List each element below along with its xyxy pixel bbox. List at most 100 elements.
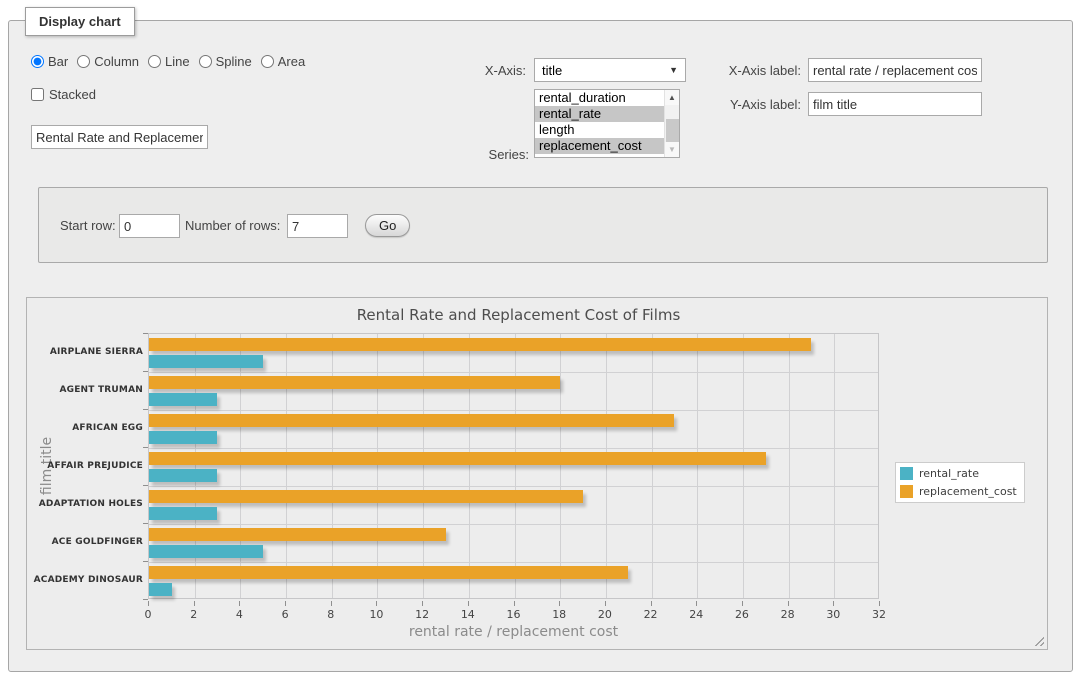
x-tick-label: 26: [735, 608, 749, 621]
grid-line-vertical: [560, 334, 561, 598]
fieldset-legend: Display chart: [25, 7, 135, 36]
x-axis-select-label: X-Axis:: [426, 63, 526, 78]
chart-type-radio-spline[interactable]: [199, 55, 212, 68]
chart-type-option-column[interactable]: Column: [77, 54, 139, 69]
x-tick-mark: [285, 601, 286, 606]
grid-line-vertical: [834, 334, 835, 598]
x-tick-mark: [422, 601, 423, 606]
chart-type-radio-column[interactable]: [77, 55, 90, 68]
x-tick-mark: [879, 601, 880, 606]
series-option-replacement_cost[interactable]: replacement_cost: [535, 138, 679, 154]
legend-entry-replacement_cost: replacement_cost: [900, 485, 1017, 498]
bar-rental_rate-6: [149, 583, 172, 596]
stacked-checkbox-row[interactable]: Stacked: [31, 87, 96, 102]
display-chart-fieldset: Display chart BarColumnLineSplineArea St…: [8, 20, 1073, 672]
x-tick-mark: [514, 601, 515, 606]
x-tick-label: 8: [327, 608, 334, 621]
bar-replacement_cost-0: [149, 338, 811, 351]
x-tick-mark: [605, 601, 606, 606]
bar-replacement_cost-4: [149, 490, 583, 503]
number-of-rows-label: Number of rows:: [185, 218, 280, 233]
y-tick-mark: [143, 523, 148, 524]
chart-legend: rental_rate replacement_cost: [895, 462, 1025, 503]
category-label: ACADEMY DINOSAUR: [29, 575, 143, 585]
y-tick-mark: [143, 599, 148, 600]
series-option-rental_rate[interactable]: rental_rate: [535, 106, 679, 122]
legend-label: rental_rate: [919, 467, 979, 480]
chart-type-option-bar[interactable]: Bar: [31, 54, 68, 69]
x-tick-mark: [239, 601, 240, 606]
stacked-checkbox[interactable]: [31, 88, 44, 101]
legend-label: replacement_cost: [919, 485, 1017, 498]
grid-line-vertical: [286, 334, 287, 598]
bar-rental_rate-0: [149, 355, 263, 368]
grid-line-horizontal: [149, 410, 878, 411]
chart-type-option-spline[interactable]: Spline: [199, 54, 252, 69]
start-row-label: Start row:: [60, 218, 116, 233]
x-tick-label: 30: [826, 608, 840, 621]
bar-replacement_cost-2: [149, 414, 674, 427]
chart-type-label: Bar: [48, 54, 68, 69]
x-tick-label: 2: [190, 608, 197, 621]
y-axis-label-input[interactable]: [808, 92, 982, 116]
bar-rental_rate-3: [149, 469, 217, 482]
bar-rental_rate-1: [149, 393, 217, 406]
y-tick-mark: [143, 485, 148, 486]
grid-line-vertical: [789, 334, 790, 598]
grid-line-vertical: [606, 334, 607, 598]
x-tick-label: 24: [689, 608, 703, 621]
x-axis-label-input[interactable]: [808, 58, 982, 82]
series-multiselect[interactable]: rental_durationrental_ratelengthreplacem…: [534, 89, 680, 158]
chart-type-label: Line: [165, 54, 190, 69]
x-tick-mark: [788, 601, 789, 606]
series-option-length[interactable]: length: [535, 122, 679, 138]
chart-type-radio-area[interactable]: [261, 55, 274, 68]
x-tick-mark: [559, 601, 560, 606]
grid-line-vertical: [332, 334, 333, 598]
chart-type-option-line[interactable]: Line: [148, 54, 190, 69]
chart-type-option-area[interactable]: Area: [261, 54, 305, 69]
x-axis-label-label: X-Axis label:: [671, 63, 801, 78]
x-tick-mark: [742, 601, 743, 606]
chart-type-radio-bar[interactable]: [31, 55, 44, 68]
grid-line-horizontal: [149, 486, 878, 487]
number-of-rows-input[interactable]: [287, 214, 348, 238]
chart-type-label: Spline: [216, 54, 252, 69]
x-tick-label: 22: [644, 608, 658, 621]
bar-replacement_cost-6: [149, 566, 628, 579]
grid-line-vertical: [377, 334, 378, 598]
legend-swatch-rental_rate: [900, 467, 913, 480]
x-axis-select[interactable]: title ▼: [534, 58, 686, 82]
x-tick-mark: [833, 601, 834, 606]
chart-title-input[interactable]: [31, 125, 208, 149]
x-tick-label: 4: [236, 608, 243, 621]
grid-line-vertical: [743, 334, 744, 598]
grid-line-vertical: [515, 334, 516, 598]
x-tick-mark: [194, 601, 195, 606]
stacked-label: Stacked: [49, 87, 96, 102]
chart-type-radio-line[interactable]: [148, 55, 161, 68]
chart-type-label: Area: [278, 54, 305, 69]
grid-line-vertical: [195, 334, 196, 598]
bar-rental_rate-5: [149, 545, 263, 558]
bar-rental_rate-4: [149, 507, 217, 520]
category-label: AIRPLANE SIERRA: [29, 347, 143, 357]
grid-line-vertical: [469, 334, 470, 598]
x-tick-mark: [331, 601, 332, 606]
x-tick-mark: [651, 601, 652, 606]
chart-container: Rental Rate and Replacement Cost of Film…: [26, 297, 1048, 650]
grid-line-vertical: [423, 334, 424, 598]
chart-type-label: Column: [94, 54, 139, 69]
scroll-down-icon[interactable]: ▼: [665, 142, 679, 157]
category-label: AFRICAN EGG: [29, 423, 143, 433]
resize-grip[interactable]: [1032, 634, 1044, 646]
x-tick-mark: [376, 601, 377, 606]
start-row-input[interactable]: [119, 214, 180, 238]
series-option-rental_duration[interactable]: rental_duration: [535, 90, 679, 106]
plot-area: [148, 333, 879, 599]
category-label: AGENT TRUMAN: [29, 385, 143, 395]
go-button[interactable]: Go: [365, 214, 410, 237]
x-tick-label: 12: [415, 608, 429, 621]
chart-x-axis-title: rental rate / replacement cost: [148, 624, 879, 640]
x-tick-mark: [468, 601, 469, 606]
